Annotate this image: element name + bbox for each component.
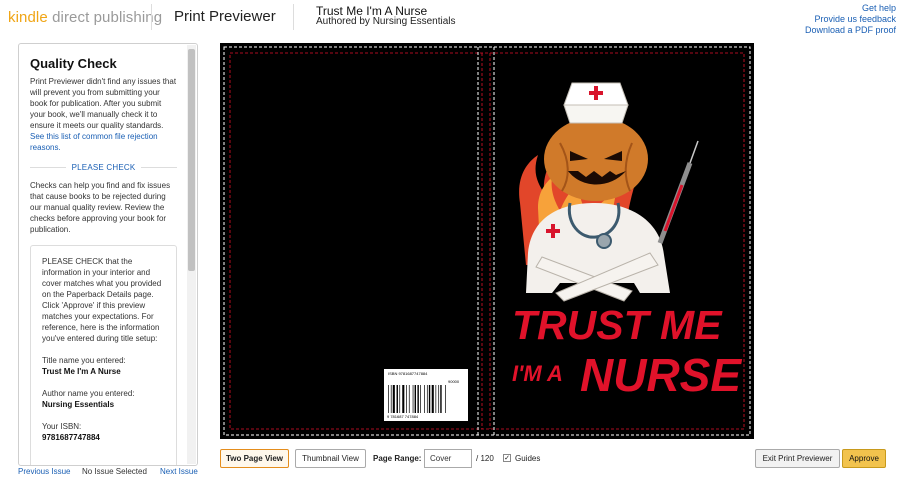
isbn-value: 9781687747884 bbox=[42, 433, 100, 442]
title-value: Trust Me I'm A Nurse bbox=[42, 367, 121, 376]
get-help-link[interactable]: Get help bbox=[805, 3, 896, 14]
cover-headline-small: I'M A bbox=[512, 361, 563, 386]
book-author: Authored by Nursing Essentials bbox=[316, 16, 456, 27]
syringe-needle bbox=[689, 140, 699, 164]
barcode-bar bbox=[417, 385, 419, 413]
previous-issue-link[interactable]: Previous Issue bbox=[18, 467, 70, 476]
nurse-cap bbox=[563, 104, 629, 124]
title-label: Title name you entered: bbox=[42, 356, 126, 365]
scrollbar-thumb[interactable] bbox=[188, 49, 195, 271]
barcode-bar bbox=[414, 385, 416, 413]
barcode-isbn-text: ISBN 9781687747884 bbox=[388, 371, 428, 376]
rejection-reasons-link[interactable]: See this list of common file rejection r… bbox=[30, 132, 158, 152]
barcode-bar bbox=[438, 385, 440, 413]
issue-status: No Issue Selected bbox=[82, 467, 147, 476]
barcode-bar bbox=[388, 385, 389, 413]
barcode-bar bbox=[420, 385, 421, 413]
cover-preview: TRUST ME I'M A NURSE ISBN 9781687747884 … bbox=[220, 43, 754, 439]
feedback-link[interactable]: Provide us feedback bbox=[805, 14, 896, 25]
exit-previewer-button[interactable]: Exit Print Previewer bbox=[755, 449, 840, 468]
barcode-bar bbox=[445, 385, 446, 413]
thumbnail-view-button[interactable]: Thumbnail View bbox=[295, 449, 366, 468]
quality-check-content: Quality Check Print Previewer didn't fin… bbox=[19, 44, 187, 465]
approve-button[interactable]: Approve bbox=[842, 449, 886, 468]
barcode-bar bbox=[412, 385, 414, 413]
page-range-label: Page Range: bbox=[373, 454, 422, 463]
quality-check-title: Quality Check bbox=[30, 56, 117, 71]
cover-headline-line1: TRUST ME bbox=[512, 302, 723, 348]
sleeve-cross-v bbox=[551, 224, 555, 238]
barcode-price-text: 90000 bbox=[448, 379, 460, 384]
barcode-bar bbox=[426, 385, 428, 413]
page-total: / 120 bbox=[476, 454, 494, 463]
barcode-bar bbox=[408, 385, 410, 413]
barcode-bar bbox=[406, 385, 407, 413]
next-issue-link[interactable]: Next Issue bbox=[160, 467, 198, 476]
header-divider bbox=[151, 4, 152, 30]
barcode-bar bbox=[399, 385, 401, 413]
guides-label: Guides bbox=[515, 454, 541, 463]
intro-paragraph: Print Previewer didn't find any issues t… bbox=[30, 76, 177, 153]
guides-checkbox[interactable]: ✓ bbox=[503, 454, 511, 462]
barcode-bar bbox=[390, 385, 392, 413]
barcode-bar bbox=[396, 385, 398, 413]
intro-text: Print Previewer didn't find any issues t… bbox=[30, 77, 177, 130]
barcode-bar bbox=[431, 385, 434, 413]
check-card-text: PLEASE CHECK that the information in you… bbox=[42, 257, 162, 343]
barcode-bar bbox=[440, 385, 442, 413]
please-check-divider: PLEASE CHECK bbox=[30, 163, 178, 172]
divider-line bbox=[30, 167, 66, 168]
please-check-card: PLEASE CHECK that the information in you… bbox=[30, 245, 177, 465]
barcode-box: ISBN 9781687747884 90000 9 781687 747884 bbox=[384, 369, 468, 421]
help-links: Get help Provide us feedback Download a … bbox=[805, 3, 896, 36]
barcode-bar bbox=[428, 385, 431, 413]
two-page-view-button[interactable]: Two Page View bbox=[220, 449, 289, 468]
logo-rest-text: direct publishing bbox=[47, 9, 163, 26]
app-title: Print Previewer bbox=[174, 8, 276, 25]
pumpkin-head bbox=[544, 117, 648, 201]
preview-toolbar: Two Page View Thumbnail View Page Range:… bbox=[220, 449, 900, 469]
quality-check-panel: Quality Check Print Previewer didn't fin… bbox=[18, 43, 198, 466]
stethoscope-chest-piece bbox=[596, 233, 612, 249]
barcode-bar bbox=[424, 385, 425, 413]
barcode-bar bbox=[435, 385, 437, 413]
cover-preview-canvas: TRUST ME I'M A NURSE ISBN 9781687747884 … bbox=[223, 46, 751, 436]
logo-kindle-text: kindle bbox=[8, 9, 48, 26]
author-label: Author name you entered: bbox=[42, 389, 135, 398]
isbn-label: Your ISBN: bbox=[42, 422, 82, 431]
download-pdf-link[interactable]: Download a PDF proof bbox=[805, 25, 896, 36]
barcode-digits: 9 781687 747884 bbox=[387, 414, 419, 419]
page-range-input[interactable] bbox=[424, 449, 472, 468]
author-value: Nursing Essentials bbox=[42, 400, 115, 409]
barcode-bar bbox=[402, 385, 405, 413]
sidebar-scrollbar[interactable] bbox=[187, 45, 196, 464]
syringe-liquid bbox=[663, 184, 684, 232]
pumpkin-nurse-illustration bbox=[519, 82, 699, 302]
barcode-bar bbox=[392, 385, 395, 413]
cap-cross-v bbox=[594, 86, 598, 100]
checks-paragraph: Checks can help you find and fix issues … bbox=[30, 181, 171, 234]
header-divider bbox=[293, 4, 294, 30]
divider-line bbox=[141, 167, 178, 168]
please-check-heading: PLEASE CHECK bbox=[71, 163, 136, 172]
header-bar: kindle direct publishing Print Previewer… bbox=[0, 0, 900, 38]
kdp-logo[interactable]: kindle direct publishing bbox=[8, 9, 162, 26]
cover-headline-big: NURSE bbox=[580, 349, 742, 401]
